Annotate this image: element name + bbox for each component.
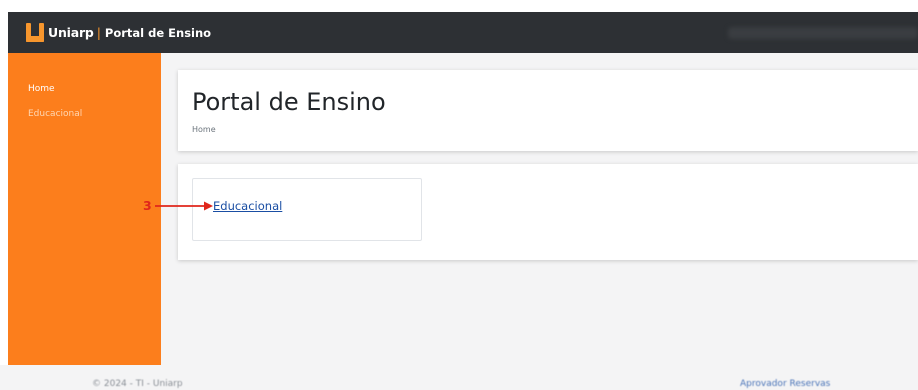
step-annotation: 3 [143,197,213,215]
uniarp-logo-icon [26,23,44,42]
brand-portal-name: Portal de Ensino [104,26,212,40]
brand-name: Uniarp [48,25,94,40]
top-navbar: Uniarp | Portal de Ensino [8,12,918,53]
sidebar-item-home[interactable]: Home [28,84,55,95]
page-header-card: Portal de Ensino Home [178,70,918,151]
page-title: Portal de Ensino [192,88,386,116]
footer: © 2024 - TI - Uniarp Aprovador Reservas [0,365,918,390]
modules-panel: Educacional [178,164,918,260]
breadcrumb[interactable]: Home [192,125,216,135]
module-tile-educacional[interactable]: Educacional [192,178,422,241]
brand-home-link[interactable]: Uniarp | Portal de Ensino [48,23,211,42]
sidebar: Home Educacional [8,53,161,365]
user-menu[interactable] [728,27,918,39]
footer-link[interactable]: Aprovador Reservas [740,379,830,389]
educacional-link[interactable]: Educacional [213,199,282,213]
sidebar-item-educacional[interactable]: Educacional [28,109,82,120]
annotation-number: 3 [143,198,152,213]
copyright-text: © 2024 - TI - Uniarp [92,379,183,389]
right-arrow-icon [155,201,213,211]
brand-separator: | [96,25,101,40]
